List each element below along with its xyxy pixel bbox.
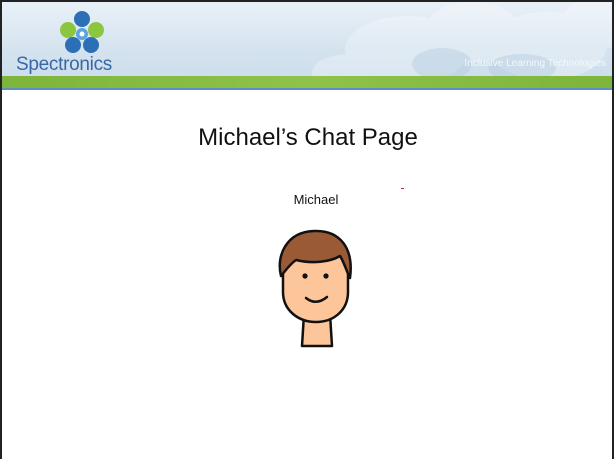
person-name-label: Michael: [293, 192, 339, 207]
boy-face-icon[interactable]: [274, 226, 358, 348]
header-divider: [2, 88, 612, 90]
chat-page-slide: Spectronics Inclusive Learning Technolog…: [0, 0, 614, 459]
brand-tagline: Inclusive Learning Technologies: [464, 58, 606, 69]
brand-name: Spectronics: [16, 54, 112, 75]
red-mark: [401, 188, 404, 189]
spectronics-logo[interactable]: Spectronics: [12, 8, 152, 75]
header-green-bar: [2, 76, 612, 88]
spectronics-flower-icon: [60, 11, 104, 53]
header-banner: Spectronics Inclusive Learning Technolog…: [2, 2, 612, 88]
page-title: Michael’s Chat Page: [198, 124, 418, 151]
